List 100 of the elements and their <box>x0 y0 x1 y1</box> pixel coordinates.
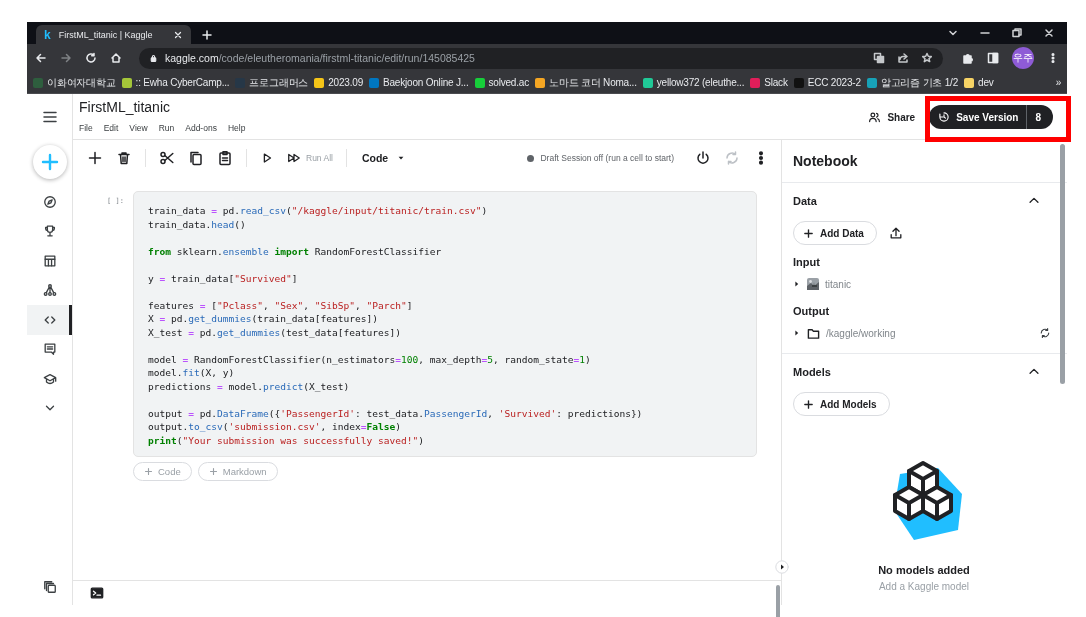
session-status: Draft Session off (run a cell to start) <box>540 153 674 163</box>
code-line: print("Your submission was successfully saved!") <box>148 433 425 447</box>
add-icon[interactable] <box>87 150 103 166</box>
code-line: train_data = pd.read_csv("/kaggle/input/titanic/train.csv") <box>148 204 489 218</box>
address-bar[interactable]: kaggle.com/code/eleutheromania/firstml-titanic/edit/run/145085425 <box>139 47 943 69</box>
plus-icon <box>208 467 218 476</box>
more-bookmarks-button[interactable]: » <box>1055 77 1061 88</box>
translate-icon[interactable] <box>873 52 885 64</box>
reload-icon[interactable] <box>85 52 97 64</box>
bookmark-label: :: Ewha CyberCamp... <box>135 77 230 88</box>
save-version-button[interactable]: Save Version 8 <box>929 105 1053 129</box>
network-icon <box>42 283 57 298</box>
restore-icon[interactable] <box>1011 27 1023 39</box>
code-line: output.to_csv('submission.csv', index=False) <box>148 420 402 434</box>
side-panel-icon[interactable] <box>987 52 999 64</box>
menu-item[interactable]: View <box>129 123 148 133</box>
menu-item[interactable]: Edit <box>103 123 119 133</box>
lock-icon <box>149 53 158 63</box>
caret-right-icon[interactable] <box>793 329 801 337</box>
fast-forward-icon[interactable] <box>287 151 301 165</box>
menu-icon[interactable] <box>41 109 58 125</box>
sidebar-item[interactable] <box>27 305 72 335</box>
back-icon[interactable] <box>35 52 47 64</box>
caret-right-icon[interactable] <box>793 280 801 288</box>
code-line: model.fit(X, y) <box>148 366 236 380</box>
menu-item[interactable]: Run <box>158 123 175 133</box>
code-line: features = ["Pclass", "Sex", "SibSp", "Parch"] <box>148 298 414 312</box>
section-title: Data <box>793 195 817 207</box>
section-title: Models <box>793 366 831 378</box>
collapse-panel-icon[interactable] <box>775 560 789 574</box>
section-subtitle: Output <box>793 305 831 319</box>
kaggle-logo: k <box>44 27 51 42</box>
bookmark-label: 프로그래머스 <box>249 75 309 90</box>
code-line: from sklearn.ensemble import RandomForestClassifier <box>148 244 443 258</box>
history-icon <box>938 111 951 123</box>
code-line: predictions = model.predict(X_test) <box>148 379 351 393</box>
bookmark-label: Slack <box>764 77 788 88</box>
plus-icon <box>803 227 814 239</box>
scrollbar-thumb[interactable] <box>1060 144 1065 384</box>
people-icon <box>868 110 882 124</box>
terminal-icon[interactable] <box>90 586 104 600</box>
plus-icon <box>39 152 60 172</box>
code-cell[interactable] <box>133 191 757 457</box>
puzzle-icon[interactable] <box>962 52 974 64</box>
code-line: X = pd.get_dummies(train_data[features]) <box>148 312 379 326</box>
upload-icon[interactable] <box>888 226 903 240</box>
url-text: kaggle.com/code/eleutheromania/firstml-titanic/edit/run/145085425 <box>165 52 475 64</box>
clipboard-icon[interactable] <box>217 150 233 166</box>
trash-icon[interactable] <box>116 150 132 166</box>
scrollbar-thumb[interactable] <box>776 585 780 617</box>
bookmark-label: solved.ac <box>488 77 529 88</box>
tree-item[interactable]: titanic <box>825 278 852 290</box>
copy-icon[interactable] <box>188 150 204 166</box>
power-icon[interactable] <box>695 150 711 166</box>
bookmark-label: 이화여자대학교 <box>47 75 116 90</box>
folder-icon <box>807 326 820 340</box>
home-icon[interactable] <box>110 52 122 64</box>
share-button[interactable]: Share <box>868 110 916 124</box>
bookmark-label: Baekjoon Online J... <box>383 77 469 88</box>
sync-icon <box>724 150 740 166</box>
bookmark-label: 노마드 코더 Noma... <box>548 75 637 90</box>
empty-state-title: No models added <box>878 564 970 576</box>
bookmark-label: dev <box>978 77 994 88</box>
trophy-icon <box>42 224 57 239</box>
bookmark-label: ECC 2023-2 <box>807 77 861 88</box>
section-subtitle: Input <box>793 256 821 270</box>
star-icon[interactable] <box>921 52 933 64</box>
code-line: y = train_data["Survived"] <box>148 271 299 285</box>
new-tab-icon[interactable] <box>201 29 213 41</box>
code-line: X_test = pd.get_dummies(test_data[features]) <box>148 325 402 339</box>
add-data-button[interactable]: Add Data <box>793 221 877 245</box>
comment-icon <box>42 342 57 357</box>
cell-type-dropdown[interactable]: Code <box>361 152 406 164</box>
bookmark-label: 2023.09 <box>328 77 363 88</box>
profile-avatar[interactable]: 우주 <box>1012 47 1034 69</box>
bookmark-label: 알고리즘 기초 1/2 <box>880 75 959 90</box>
caret-down-icon <box>397 154 406 162</box>
empty-state-text: Add a Kaggle model <box>878 581 970 592</box>
plus-icon <box>803 398 814 410</box>
copies-icon[interactable] <box>42 580 57 594</box>
tree-item[interactable]: /kaggle/working <box>826 327 896 339</box>
graduation-cap-icon <box>42 371 57 386</box>
table-icon <box>42 253 57 268</box>
menu-item[interactable]: Add-ons <box>185 123 217 133</box>
menu-item[interactable]: File <box>79 123 93 133</box>
compass-icon <box>42 194 57 209</box>
scissors-icon[interactable] <box>159 150 175 166</box>
bookmark-label: yellow372 (eleuthe... <box>656 77 745 88</box>
code-line: train_data.head() <box>148 217 247 231</box>
add-models-button[interactable]: Add Models <box>793 392 890 416</box>
share-icon[interactable] <box>897 52 909 64</box>
close-icon[interactable] <box>173 29 183 40</box>
menu-item[interactable]: Help <box>227 123 246 133</box>
plus-icon <box>144 467 153 476</box>
forward-icon <box>60 52 72 64</box>
code-line: output = pd.DataFrame({'PassengerId': test_data.PassengerId, 'Survived': predictions}) <box>148 406 644 420</box>
notebook-title[interactable]: FirstML_titanic <box>79 99 246 115</box>
sync-icon[interactable] <box>1039 327 1051 339</box>
close-icon[interactable] <box>1043 27 1055 39</box>
browser-tab[interactable]: k FirstML_titanic | Kaggle <box>36 25 191 44</box>
